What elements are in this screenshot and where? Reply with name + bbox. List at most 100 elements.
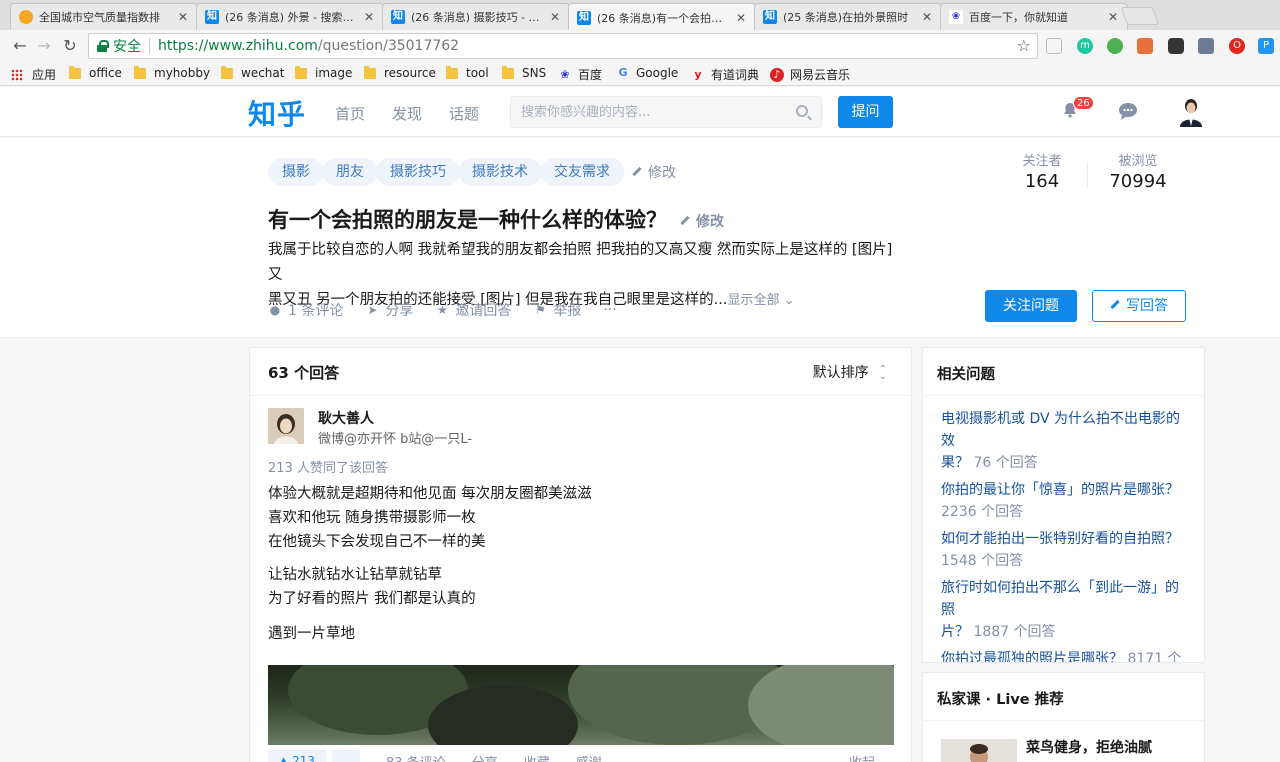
browser-tab-question-active[interactable]: 知 (26 条消息)有一个会拍照的 ✕ xyxy=(568,3,756,31)
reload-icon[interactable]: ↻ xyxy=(60,36,80,56)
close-icon[interactable]: ✕ xyxy=(735,11,747,25)
topic-tag[interactable]: 交友需求 xyxy=(540,158,624,186)
bookmark-google[interactable]: G Google xyxy=(616,66,678,80)
evernote-extension-icon[interactable] xyxy=(1168,38,1184,54)
answers-card: 63 个回答 默认排序 ⌃ ⌄ 耿大善人 微博@亦开怀 b站@一只L- 213 人赞… xyxy=(249,347,912,762)
related-item[interactable]: 你拍过最孤独的照片是哪张？ 8171 个回答 xyxy=(923,648,1204,662)
report-button[interactable]: ⚑ 举报 xyxy=(533,300,581,320)
related-item[interactable]: 电视摄影机或 DV 为什么拍不出电影的效 果？ 76 个回答 xyxy=(923,408,1204,474)
edit-title-button[interactable]: 修改 xyxy=(680,211,724,231)
lock-icon xyxy=(97,40,109,52)
edit-topics-button[interactable]: 修改 xyxy=(632,162,676,182)
collapse-button[interactable]: 收起 xyxy=(849,752,875,762)
answer-share-button[interactable]: 分享 xyxy=(472,752,498,762)
live-item-title[interactable]: 菜鸟健身，拒绝油腻 xyxy=(1026,737,1152,757)
nav-explore[interactable]: 发现 xyxy=(392,103,422,124)
close-icon[interactable]: ✕ xyxy=(177,10,189,24)
answer-paragraph: 让钻水就钻水让钻草就钻草 xyxy=(268,567,442,583)
topic-tag[interactable]: 朋友 xyxy=(322,158,378,186)
sort-dropdown[interactable]: 默认排序 ⌃ ⌄ xyxy=(813,362,887,382)
related-item[interactable]: 你拍的最让你「惊喜」的照片是哪张？ 2236 个回答 xyxy=(923,479,1204,523)
bookmark-myhobby[interactable]: myhobby xyxy=(134,65,210,80)
author-avatar[interactable] xyxy=(268,408,304,444)
bookmark-office[interactable]: office xyxy=(69,65,122,80)
tab-title: (26 条消息)有一个会拍照的 xyxy=(597,11,729,25)
thanks-button[interactable]: 感谢 xyxy=(576,752,602,762)
comment-bubble-icon: ● xyxy=(269,303,281,317)
browser-tab-baidu[interactable]: ❀ 百度一下，你就知道 ✕ xyxy=(940,3,1128,30)
answer-photo[interactable] xyxy=(268,665,894,745)
browser-tab-search[interactable]: 知 (26 条消息) 外景 - 搜索结果 ✕ xyxy=(196,3,384,30)
followers-stat[interactable]: 关注者 164 xyxy=(1017,150,1067,192)
youdao-icon: y xyxy=(694,67,702,81)
back-arrow-icon[interactable]: ← xyxy=(10,36,30,56)
close-icon[interactable]: ✕ xyxy=(1107,10,1119,24)
bookmark-netease-music[interactable]: ♪ 网易云音乐 xyxy=(770,66,850,83)
user-avatar[interactable] xyxy=(1178,97,1204,127)
browser-tab-aqi[interactable]: 全国城市空气质量指数排 ✕ xyxy=(10,3,198,30)
invite-answer-button[interactable]: ★ 邀请回答 xyxy=(435,300,511,320)
topic-tag[interactable]: 摄影技术 xyxy=(458,158,542,186)
grid-extension-icon[interactable] xyxy=(1137,38,1153,54)
upvote-button[interactable]: ▲ 213 xyxy=(268,750,326,762)
netease-music-icon: ♪ xyxy=(770,67,784,82)
related-list: 电视摄影机或 DV 为什么拍不出电影的效 果？ 76 个回答 你拍的最让你「惊喜」… xyxy=(923,396,1204,662)
nav-topics[interactable]: 话题 xyxy=(449,103,479,124)
comments-button[interactable]: ● 1 条评论 xyxy=(268,300,344,320)
m-extension-icon[interactable]: m xyxy=(1077,38,1093,54)
answer-paragraph: 为了好看的照片 我们都是认真的 xyxy=(268,591,476,607)
bookmark-resource[interactable]: resource xyxy=(364,65,436,80)
close-icon[interactable]: ✕ xyxy=(549,10,561,24)
search-input[interactable] xyxy=(510,96,822,128)
shield-extension-icon[interactable] xyxy=(1046,38,1062,54)
flag-icon: ⚑ xyxy=(534,303,546,317)
zhihu-logo[interactable]: 知乎 xyxy=(248,93,306,133)
opera-extension-icon[interactable]: O xyxy=(1229,38,1245,54)
bookmark-tool[interactable]: tool xyxy=(446,65,489,80)
folder-icon xyxy=(295,65,307,79)
bookmark-image[interactable]: image xyxy=(295,65,352,80)
follow-question-button[interactable]: 关注问题 xyxy=(985,290,1077,322)
bookmark-sns[interactable]: SNS xyxy=(502,65,546,80)
browser-tab-photo-tips[interactable]: 知 (26 条消息) 摄影技巧 - 知乎 ✕ xyxy=(382,3,570,30)
related-item[interactable]: 旅行时如何拍出不那么「到此一游」的照 片？ 1887 个回答 xyxy=(923,577,1204,643)
bookmark-baidu[interactable]: ❀ 百度 xyxy=(558,66,602,83)
google-g-icon: G xyxy=(618,66,628,79)
show-all-link[interactable]: 显示全部 ⌄ xyxy=(727,293,794,308)
bookmark-wechat[interactable]: wechat xyxy=(221,65,284,80)
related-title: 相关问题 xyxy=(923,348,1204,396)
forward-arrow-icon[interactable]: → xyxy=(34,36,54,56)
bookmark-star-icon[interactable]: ☆ xyxy=(1017,36,1031,55)
new-tab-button[interactable] xyxy=(1120,7,1160,25)
browser-tab-outdoor[interactable]: 知 (25 条消息)在拍外景照时 ✕ xyxy=(754,3,942,30)
followers-count: 164 xyxy=(1024,171,1060,192)
p-extension-icon[interactable]: P xyxy=(1258,38,1274,54)
close-icon[interactable]: ✕ xyxy=(921,10,933,24)
author-name[interactable]: 耿大善人 xyxy=(318,408,374,428)
topic-tag[interactable]: 摄影 xyxy=(268,158,324,186)
address-bar[interactable]: 安全 https://www.zhihu.com/question/350177… xyxy=(88,33,1038,59)
write-answer-button[interactable]: 写回答 xyxy=(1092,290,1186,322)
aqi-favicon-icon xyxy=(19,10,33,24)
live-cover-image[interactable] xyxy=(941,739,1017,762)
baidu-paw-icon: ❀ xyxy=(949,10,963,24)
question-title: 有一个会拍照的朋友是一种什么样的体验？ xyxy=(268,208,667,232)
share-button[interactable]: ➤ 分享 xyxy=(365,300,413,320)
chrome-extension-icon[interactable] xyxy=(1107,38,1123,54)
bookmark-apps[interactable]: 应用 xyxy=(11,66,56,83)
tool-extension-icon[interactable] xyxy=(1198,38,1214,54)
ask-question-button[interactable]: 提问 xyxy=(838,96,893,128)
zhihu-favicon-icon: 知 xyxy=(763,10,777,24)
more-options-button[interactable]: ··· xyxy=(603,300,616,320)
close-icon[interactable]: ✕ xyxy=(363,10,375,24)
collect-button[interactable]: 收藏 xyxy=(524,752,550,762)
message-icon[interactable] xyxy=(1118,101,1140,121)
topic-tag[interactable]: 摄影技巧 xyxy=(376,158,460,186)
url-host: https://www.zhihu.com xyxy=(158,38,318,54)
nav-home[interactable]: 首页 xyxy=(335,103,365,124)
bookmark-youdao[interactable]: y 有道词典 xyxy=(691,66,759,83)
answer-comments-button[interactable]: 83 条评论 xyxy=(386,752,446,762)
search-icon[interactable] xyxy=(796,105,808,117)
related-item[interactable]: 如何才能拍出一张特别好看的自拍照？ 1548 个回答 xyxy=(923,528,1204,572)
downvote-button[interactable] xyxy=(332,750,360,762)
